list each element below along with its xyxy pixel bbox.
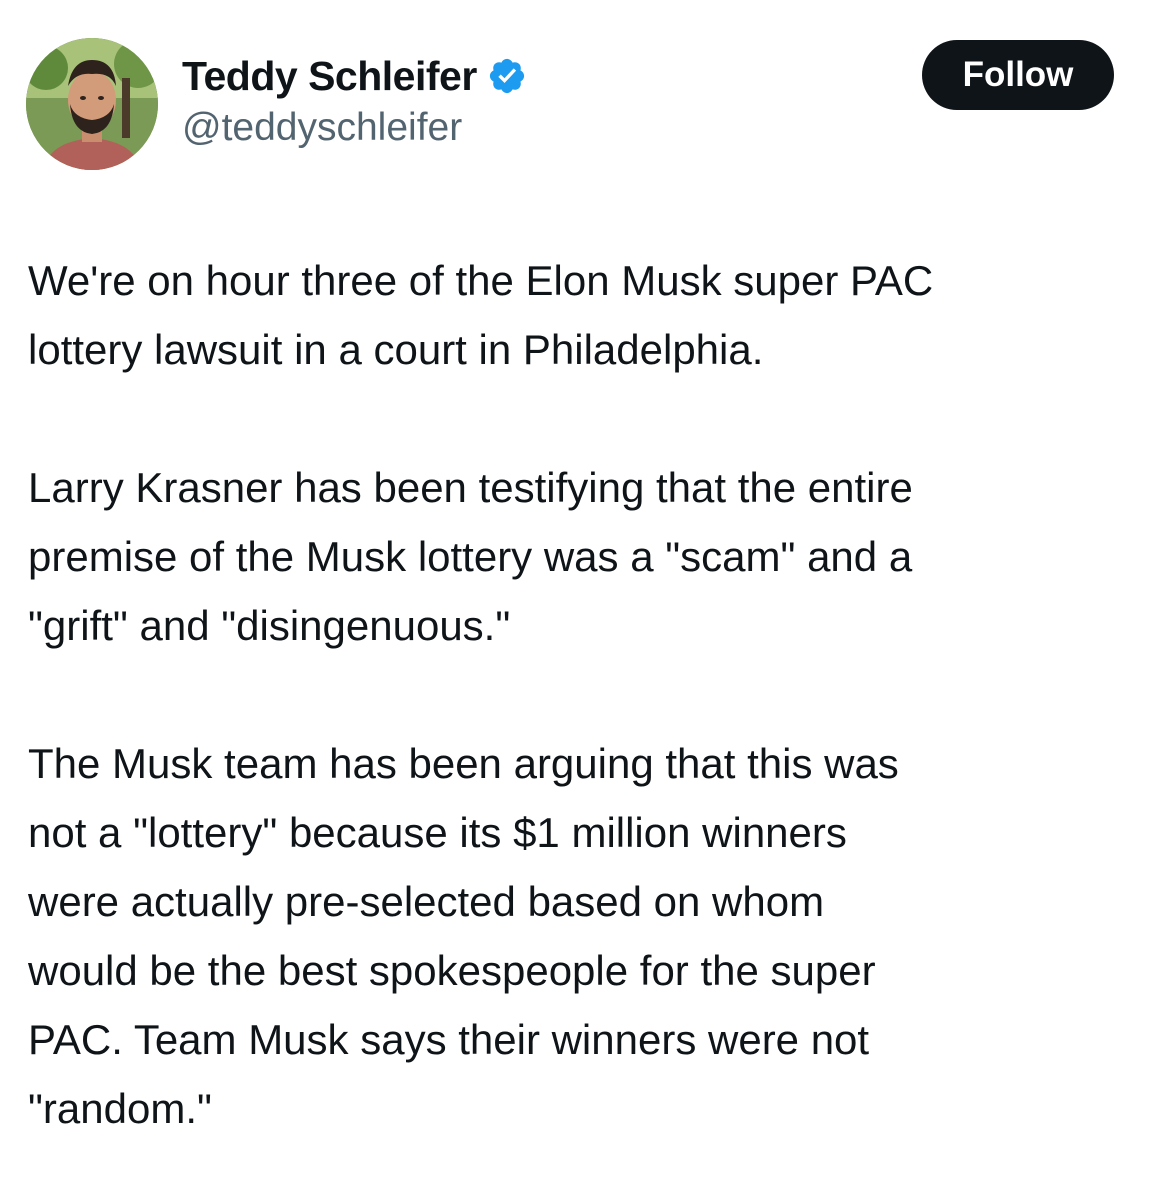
author-display-name[interactable]: Teddy Schleifer: [182, 53, 477, 100]
tweet-line: would be the best spokespeople for the s…: [28, 947, 876, 994]
tweet-paragraph: Larry Krasner has been testifying that t…: [28, 453, 1138, 660]
avatar-photo-icon: [26, 38, 158, 170]
tweet-paragraph: We're on hour three of the Elon Musk sup…: [28, 246, 1138, 384]
tweet-card: Teddy Schleifer @teddyschleifer Follow W…: [0, 0, 1165, 1200]
tweet-line: We're on hour three of the Elon Musk sup…: [28, 257, 934, 304]
author-handle[interactable]: @teddyschleifer: [182, 106, 462, 150]
tweet-line: The Musk team has been arguing that this…: [28, 740, 899, 787]
tweet-line: not a "lottery" because its $1 million w…: [28, 809, 847, 856]
verified-badge-icon[interactable]: [487, 56, 527, 96]
tweet-line: PAC. Team Musk says their winners were n…: [28, 1016, 870, 1063]
tweet-line: lottery lawsuit in a court in Philadelph…: [28, 326, 764, 373]
author-avatar[interactable]: [26, 38, 158, 170]
author-name-row: Teddy Schleifer: [182, 52, 527, 100]
follow-button[interactable]: Follow: [922, 40, 1114, 110]
tweet-line: "random.": [28, 1085, 212, 1132]
tweet-line: Larry Krasner has been testifying that t…: [28, 464, 913, 511]
tweet-line: "grift" and "disingenuous.": [28, 602, 511, 649]
tweet-paragraph: The Musk team has been arguing that this…: [28, 729, 1138, 1143]
tweet-text: We're on hour three of the Elon Musk sup…: [28, 246, 1138, 1143]
tweet-line: premise of the Musk lottery was a "scam"…: [28, 533, 913, 580]
tweet-line: were actually pre-selected based on whom: [28, 878, 825, 925]
